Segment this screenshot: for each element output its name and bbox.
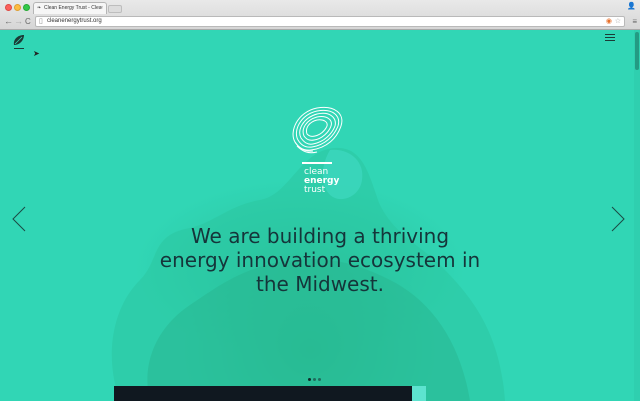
carousel-dot[interactable]: [308, 378, 311, 381]
bottom-panel-accent: [412, 386, 426, 401]
leaf-logo-icon[interactable]: [12, 34, 26, 46]
profile-icon[interactable]: 👤: [627, 2, 636, 10]
hamburger-menu-icon[interactable]: [605, 34, 615, 42]
logo-underline: [14, 48, 24, 49]
tab-close-icon[interactable]: ×: [100, 3, 103, 14]
bookmark-star-icon[interactable]: ☆: [615, 18, 621, 26]
url-text[interactable]: cleanenergytrust.org: [47, 17, 102, 26]
page-icon: ▯: [39, 18, 43, 25]
carousel-dot[interactable]: [318, 378, 321, 381]
browser-tab[interactable]: ❧ Clean Energy Trust - Clea ×: [33, 2, 107, 14]
new-tab-button[interactable]: [108, 5, 122, 13]
mouse-cursor-icon: ➤: [33, 49, 40, 58]
hero-section: ➤ clean energy trust We are building a t…: [0, 30, 640, 401]
minimize-window-button[interactable]: [14, 4, 21, 11]
close-window-button[interactable]: [5, 4, 12, 11]
address-bar[interactable]: ▯ cleanenergytrust.org ◉ ☆: [35, 16, 625, 27]
brand-word-trust: trust: [304, 185, 326, 195]
brand-divider: [302, 162, 332, 164]
carousel-dots: [308, 368, 323, 381]
maximize-window-button[interactable]: [23, 4, 30, 11]
forward-button[interactable]: →: [14, 16, 23, 27]
browser-menu-icon[interactable]: ≡: [632, 17, 637, 26]
leaf-favicon-icon: ❧: [37, 5, 42, 11]
carousel-dot[interactable]: [313, 378, 316, 381]
reload-button[interactable]: C: [25, 16, 31, 27]
carousel-next-arrow-icon[interactable]: [611, 206, 625, 232]
back-button[interactable]: ←: [4, 16, 13, 27]
tab-bar: ❧ Clean Energy Trust - Clea × 👤: [0, 0, 640, 14]
brand-wordmark: clean energy trust: [304, 168, 339, 195]
browser-toolbar: ← → C ▯ cleanenergytrust.org ◉ ☆ ≡: [0, 14, 640, 30]
clean-energy-trust-mark-icon: [292, 106, 343, 154]
tab-title: Clean Energy Trust - Clea: [44, 5, 102, 11]
hero-headline: We are building a thriving energy innova…: [130, 224, 510, 296]
headline-line: We are building a thriving: [190, 224, 450, 248]
carousel-prev-arrow-icon[interactable]: [12, 206, 26, 232]
scrollbar-thumb[interactable]: [635, 32, 639, 70]
extension-icon[interactable]: ◉: [606, 18, 612, 26]
headline-line: the Midwest.: [256, 272, 384, 296]
hero-background-sculpture: [111, 147, 505, 401]
page-scrollbar[interactable]: [634, 30, 640, 401]
browser-chrome: ❧ Clean Energy Trust - Clea × 👤 ← → C ▯ …: [0, 0, 640, 30]
headline-line: energy innovation ecosystem in: [159, 248, 481, 272]
bottom-panel: [114, 386, 412, 401]
